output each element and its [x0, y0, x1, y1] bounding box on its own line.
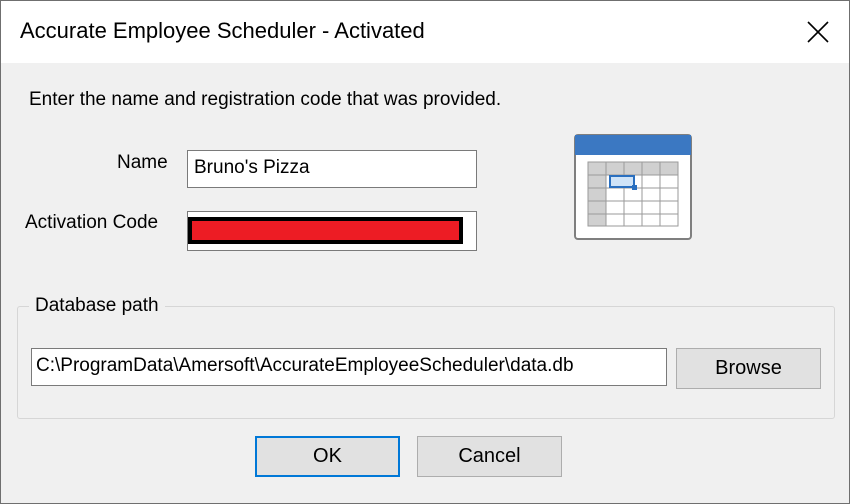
activation-code-field[interactable]: [187, 211, 477, 251]
close-button[interactable]: [787, 1, 849, 63]
title-bar: Accurate Employee Scheduler - Activated: [1, 1, 849, 63]
name-label: Name: [117, 152, 168, 173]
browse-button[interactable]: Browse: [676, 348, 821, 389]
activation-code-label: Activation Code: [25, 212, 159, 233]
ok-button[interactable]: OK: [255, 436, 400, 477]
redaction-bar: [188, 217, 463, 244]
database-path-label: Database path: [29, 295, 165, 317]
database-path-field[interactable]: C:\ProgramData\Amersoft\AccurateEmployee…: [31, 348, 667, 386]
window-title: Accurate Employee Scheduler - Activated: [20, 18, 425, 43]
calendar-grid-icon: [574, 134, 692, 240]
instructions-text: Enter the name and registration code tha…: [29, 89, 502, 110]
activation-dialog: Accurate Employee Scheduler - Activated …: [0, 0, 850, 504]
name-field[interactable]: Bruno's Pizza: [187, 150, 477, 188]
close-icon: [807, 21, 829, 43]
cancel-button[interactable]: Cancel: [417, 436, 562, 477]
